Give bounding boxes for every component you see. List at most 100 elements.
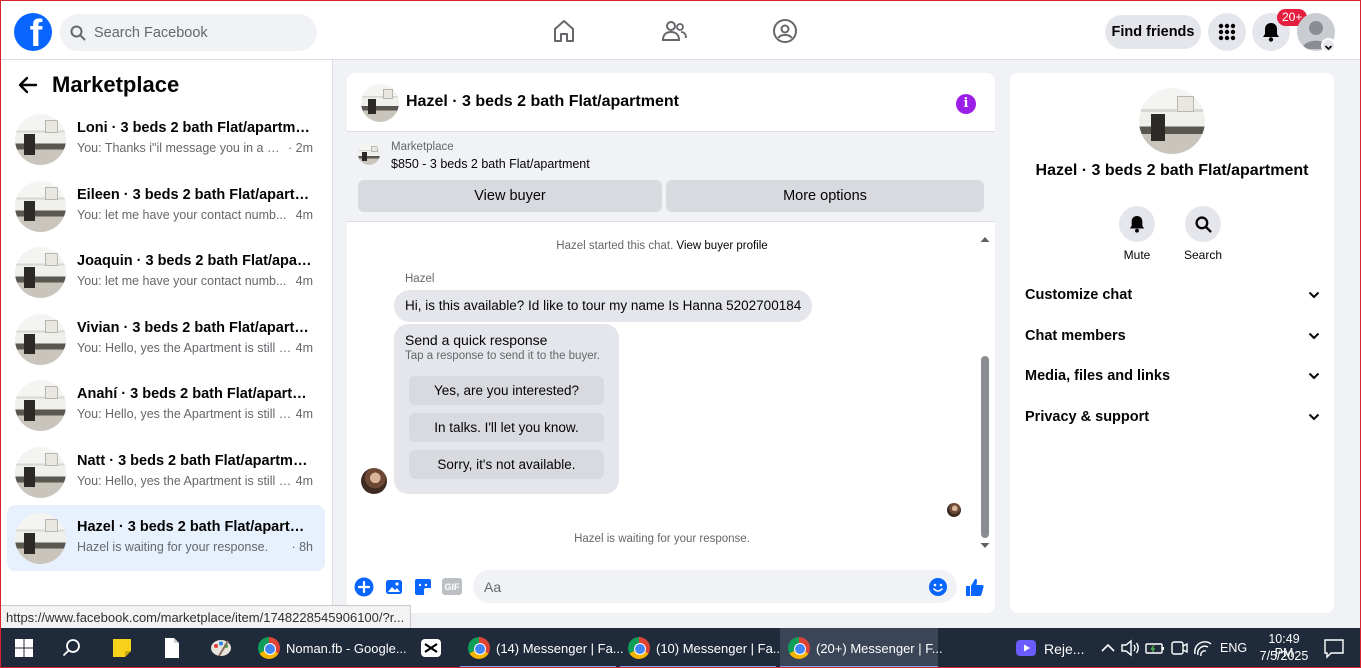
chevron-up-icon[interactable] (1096, 636, 1120, 660)
conversation-preview: You: let me have your contact numb... 4m (77, 274, 313, 288)
conversation-thumbnail (15, 313, 66, 365)
chrome-icon (788, 637, 810, 659)
chat-members-section[interactable]: Chat members (1025, 321, 1320, 351)
media-player-icon[interactable] (1014, 636, 1038, 660)
preview-time: 4m (295, 274, 313, 288)
preview-time: 4m (295, 340, 313, 355)
friends-icon[interactable] (661, 18, 687, 44)
volume-icon[interactable] (1118, 636, 1142, 660)
preview-time: · 8h (291, 540, 313, 554)
taskbar-search-icon[interactable] (60, 636, 84, 660)
conversation-name: Hazel · 3 beds 2 bath Flat/apartment (77, 519, 313, 535)
menu-button[interactable] (1208, 13, 1246, 51)
listing-large-thumbnail[interactable] (1139, 88, 1205, 154)
photo-icon[interactable] (383, 576, 405, 598)
conversation-item[interactable]: Natt · 3 beds 2 bath Flat/apartment You: … (7, 439, 325, 505)
message-input[interactable] (473, 570, 957, 603)
file-icon[interactable] (160, 636, 184, 660)
preview-text: You: Hello, yes the Apartment is still a… (77, 407, 292, 421)
browser-status-url: https://www.facebook.com/marketplace/ite… (0, 605, 412, 628)
mute-action[interactable]: Mute (1107, 206, 1167, 262)
chat-title[interactable]: Hazel · 3 beds 2 bath Flat/apartment (406, 93, 679, 111)
sender-avatar[interactable] (361, 468, 387, 494)
conversation-preview: You: Hello, yes the Apartment is still a… (77, 474, 313, 488)
customize-chat-section[interactable]: Customize chat (1025, 280, 1320, 310)
notification-center-icon[interactable] (1322, 636, 1346, 660)
chevron-down-icon (1308, 413, 1320, 421)
facebook-logo[interactable]: f (14, 13, 52, 51)
chrome-icon (628, 637, 650, 659)
thumbs-up-icon[interactable] (964, 576, 986, 598)
privacy-support-section[interactable]: Privacy & support (1025, 402, 1320, 432)
gif-button[interactable]: GIF (442, 578, 462, 595)
sticky-notes-icon[interactable] (110, 636, 134, 660)
taskbar-app-messenger-14[interactable]: (14) Messenger | Fa... (460, 628, 624, 668)
chevron-down-icon (1308, 372, 1320, 380)
quick-response-in-talks[interactable]: In talks. I'll let you know. (409, 413, 604, 442)
conversation-name: Eileen · 3 beds 2 bath Flat/apartment (77, 186, 313, 203)
capcut-icon[interactable] (419, 636, 443, 660)
find-friends-button[interactable]: Find friends (1105, 15, 1201, 49)
plus-circle-icon[interactable] (353, 576, 375, 598)
conversation-item[interactable]: Hazel · 3 beds 2 bath Flat/apartment Haze… (7, 505, 325, 571)
back-arrow-icon[interactable] (18, 75, 38, 95)
quick-response-subtitle: Tap a response to send it to the buyer. (405, 350, 600, 362)
marketplace-label: Marketplace (391, 141, 454, 153)
preview-time: 4m (295, 473, 313, 488)
search-input[interactable] (94, 24, 294, 41)
language-indicator[interactable]: ENG (1220, 641, 1247, 655)
sidebar-title: Marketplace (52, 72, 180, 97)
conversation-name: Anahí · 3 beds 2 bath Flat/apartment (77, 386, 313, 402)
taskbar-app-messenger-10[interactable]: (10) Messenger | Fa... (620, 628, 784, 668)
listing-small-thumbnail[interactable] (358, 143, 380, 165)
groups-icon[interactable] (772, 18, 798, 44)
conversation-item[interactable]: Loni · 3 beds 2 bath Flat/apartment You: … (7, 106, 325, 172)
conversation-item[interactable]: Anahí · 3 beds 2 bath Flat/apartment You:… (7, 372, 325, 438)
tray-app-label[interactable]: Reje... (1044, 641, 1084, 657)
conversation-item[interactable]: Vivian · 3 beds 2 bath Flat/apartment You… (7, 306, 325, 372)
search-box[interactable] (60, 14, 317, 51)
search-action[interactable]: Search (1173, 206, 1233, 262)
quick-response-yes[interactable]: Yes, are you interested? (409, 376, 604, 405)
conversation-thumbnail (15, 114, 66, 165)
chevron-down-icon (1308, 291, 1320, 299)
chat-info-panel: Hazel · 3 beds 2 bath Flat/apartment Mut… (1010, 73, 1334, 613)
sticker-icon[interactable] (412, 576, 434, 598)
listing-thumbnail[interactable] (361, 84, 399, 122)
conversation-thumbnail (15, 180, 66, 232)
chat-started-notice: Hazel started this chat. View buyer prof… (556, 240, 768, 252)
wifi-icon[interactable] (1191, 636, 1215, 660)
conversation-item[interactable]: Joaquin · 3 beds 2 bath Flat/apartment Yo… (7, 239, 325, 305)
taskbar-app-chrome-noman[interactable]: Noman.fb - Google... (250, 628, 410, 668)
account-caret[interactable] (1321, 38, 1336, 53)
preview-text: You: let me have your contact numb... (77, 274, 287, 288)
preview-time: 4m (295, 407, 313, 421)
clock-date[interactable]: 7/5/2025 (1258, 649, 1310, 663)
conversation-thumbnail (15, 247, 66, 298)
paint-icon[interactable] (209, 636, 233, 660)
home-icon[interactable] (551, 18, 577, 44)
search-icon (70, 25, 86, 40)
view-buyer-profile-link[interactable]: View buyer profile (676, 240, 767, 252)
emoji-icon[interactable] (927, 576, 949, 598)
chrome-icon (468, 637, 490, 659)
conversation-preview: Hazel is waiting for your response. · 8h (77, 540, 313, 554)
battery-icon[interactable] (1143, 636, 1167, 660)
view-buyer-button[interactable]: View buyer (358, 180, 662, 212)
more-options-button[interactable]: More options (666, 180, 984, 212)
chevron-down-icon (1308, 332, 1320, 340)
quick-response-not-available[interactable]: Sorry, it's not available. (409, 450, 604, 479)
info-icon[interactable]: i (956, 94, 976, 114)
windows-start-icon[interactable] (12, 636, 36, 660)
taskbar-app-messenger-20[interactable]: (20+) Messenger | F... (780, 628, 943, 668)
preview-text: You: Thanks i"il message you in a mo... (77, 141, 284, 155)
conversation-item[interactable]: Eileen · 3 beds 2 bath Flat/apartment You… (7, 173, 325, 239)
media-files-links-section[interactable]: Media, files and links (1025, 361, 1320, 391)
sender-name: Hazel (405, 273, 435, 285)
listing-price[interactable]: $850 - 3 beds 2 bath Flat/apartment (391, 157, 590, 171)
preview-text: Hazel is waiting for your response. (77, 540, 269, 554)
preview-text: You: Hello, yes the Apartment is still a… (77, 473, 292, 488)
conversation-preview: You: let me have your contact numb... 4m (77, 208, 313, 222)
meet-now-icon[interactable] (1167, 636, 1191, 660)
chat-scrollbar-thumb[interactable] (981, 356, 989, 538)
